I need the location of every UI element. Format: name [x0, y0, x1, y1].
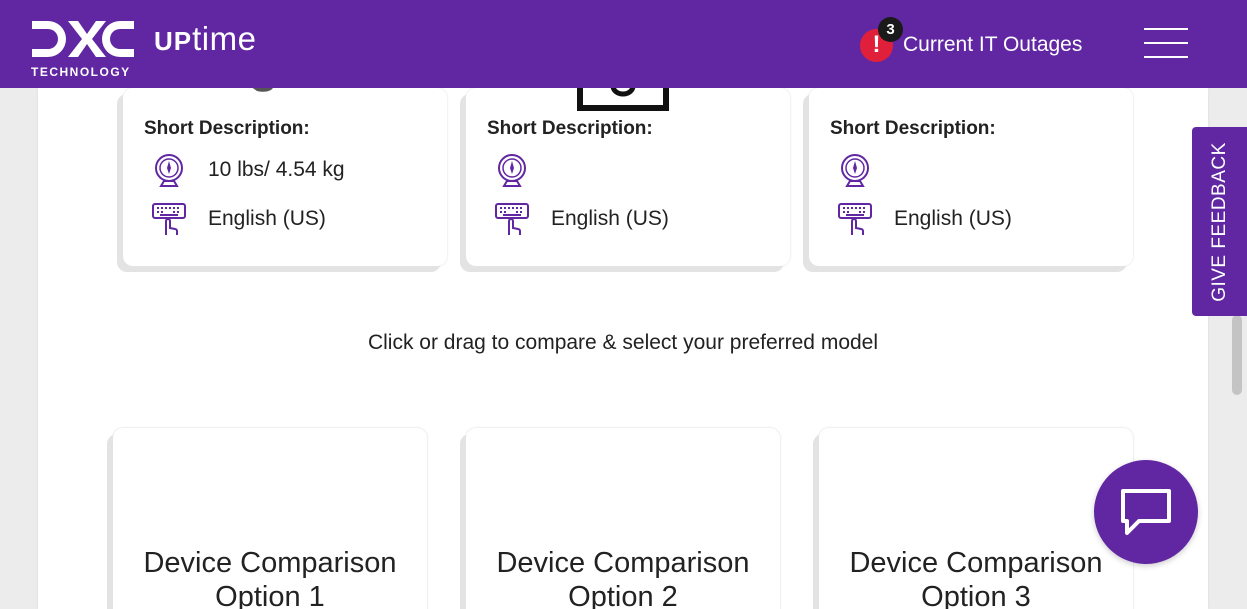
device-option-card-1[interactable]: Device Comparison Option 1: [113, 428, 427, 609]
weight-spec: [837, 152, 894, 188]
spec-card: Short Description: English (US): [466, 86, 790, 266]
keyboard-touch-icon: [838, 203, 872, 235]
scale-icon: [498, 154, 526, 187]
short-description-label: Short Description:: [487, 118, 653, 139]
current-outages-link[interactable]: ! 3 Current IT Outages: [860, 16, 1083, 62]
keyboard-spec: English (US): [151, 201, 326, 237]
outage-count-badge: 3: [878, 16, 903, 42]
outage-label: Current IT Outages: [903, 33, 1083, 56]
keyboard-language: English (US): [551, 207, 669, 230]
short-description-label: Short Description:: [144, 118, 310, 139]
keyboard-spec: English (US): [494, 201, 669, 237]
device-option-card-2[interactable]: Device Comparison Option 2: [466, 428, 780, 609]
option-label: Device Comparison Option 2: [496, 547, 750, 609]
feedback-label: GIVE FEEDBACK: [1208, 141, 1230, 302]
option-label: Device Comparison Option 1: [143, 547, 397, 609]
weight-spec: 10 lbs/ 4.54 kg: [151, 152, 345, 188]
device-option-card-3[interactable]: Device Comparison Option 3: [819, 428, 1133, 609]
app-name-suffix: time: [192, 20, 257, 57]
app-header: TECHNOLOGY UPtime ! 3 Current IT Outages: [0, 0, 1247, 88]
device-image: [577, 86, 669, 111]
spec-card: Short Description: English (US): [809, 88, 1133, 266]
give-feedback-tab[interactable]: GIVE FEEDBACK: [1192, 127, 1247, 316]
keyboard-spec: English (US): [837, 201, 1012, 237]
scale-icon: [155, 154, 183, 187]
app-name: UPtime: [154, 20, 256, 58]
chat-button[interactable]: [1094, 460, 1198, 564]
short-description-label: Short Description:: [830, 118, 996, 139]
logo-subtext: TECHNOLOGY: [31, 65, 131, 79]
keyboard-touch-icon: [495, 203, 529, 235]
page-scrollbar[interactable]: [1232, 315, 1242, 395]
app-name-prefix: UP: [154, 26, 193, 56]
spec-card: Short Description: 10 lbs/ 4.54 kg Engli…: [123, 84, 447, 266]
weight-spec: [494, 152, 551, 188]
main-panel: Short Description: 10 lbs/ 4.54 kg Engli…: [38, 84, 1208, 609]
compare-prompt: Click or drag to compare & select your p…: [367, 331, 879, 354]
hamburger-menu-icon[interactable]: [1144, 28, 1188, 58]
dxc-logo[interactable]: TECHNOLOGY: [30, 18, 140, 80]
weight-value: 10 lbs/ 4.54 kg: [208, 158, 345, 181]
alert-icon: ! 3: [860, 16, 903, 62]
keyboard-language: English (US): [894, 207, 1012, 230]
scale-icon: [841, 154, 869, 187]
option-label: Device Comparison Option 3: [849, 547, 1103, 609]
chat-bubble-icon: [1121, 489, 1171, 535]
keyboard-touch-icon: [152, 203, 186, 235]
keyboard-language: English (US): [208, 207, 326, 230]
dxc-logo-mark: [32, 21, 134, 57]
